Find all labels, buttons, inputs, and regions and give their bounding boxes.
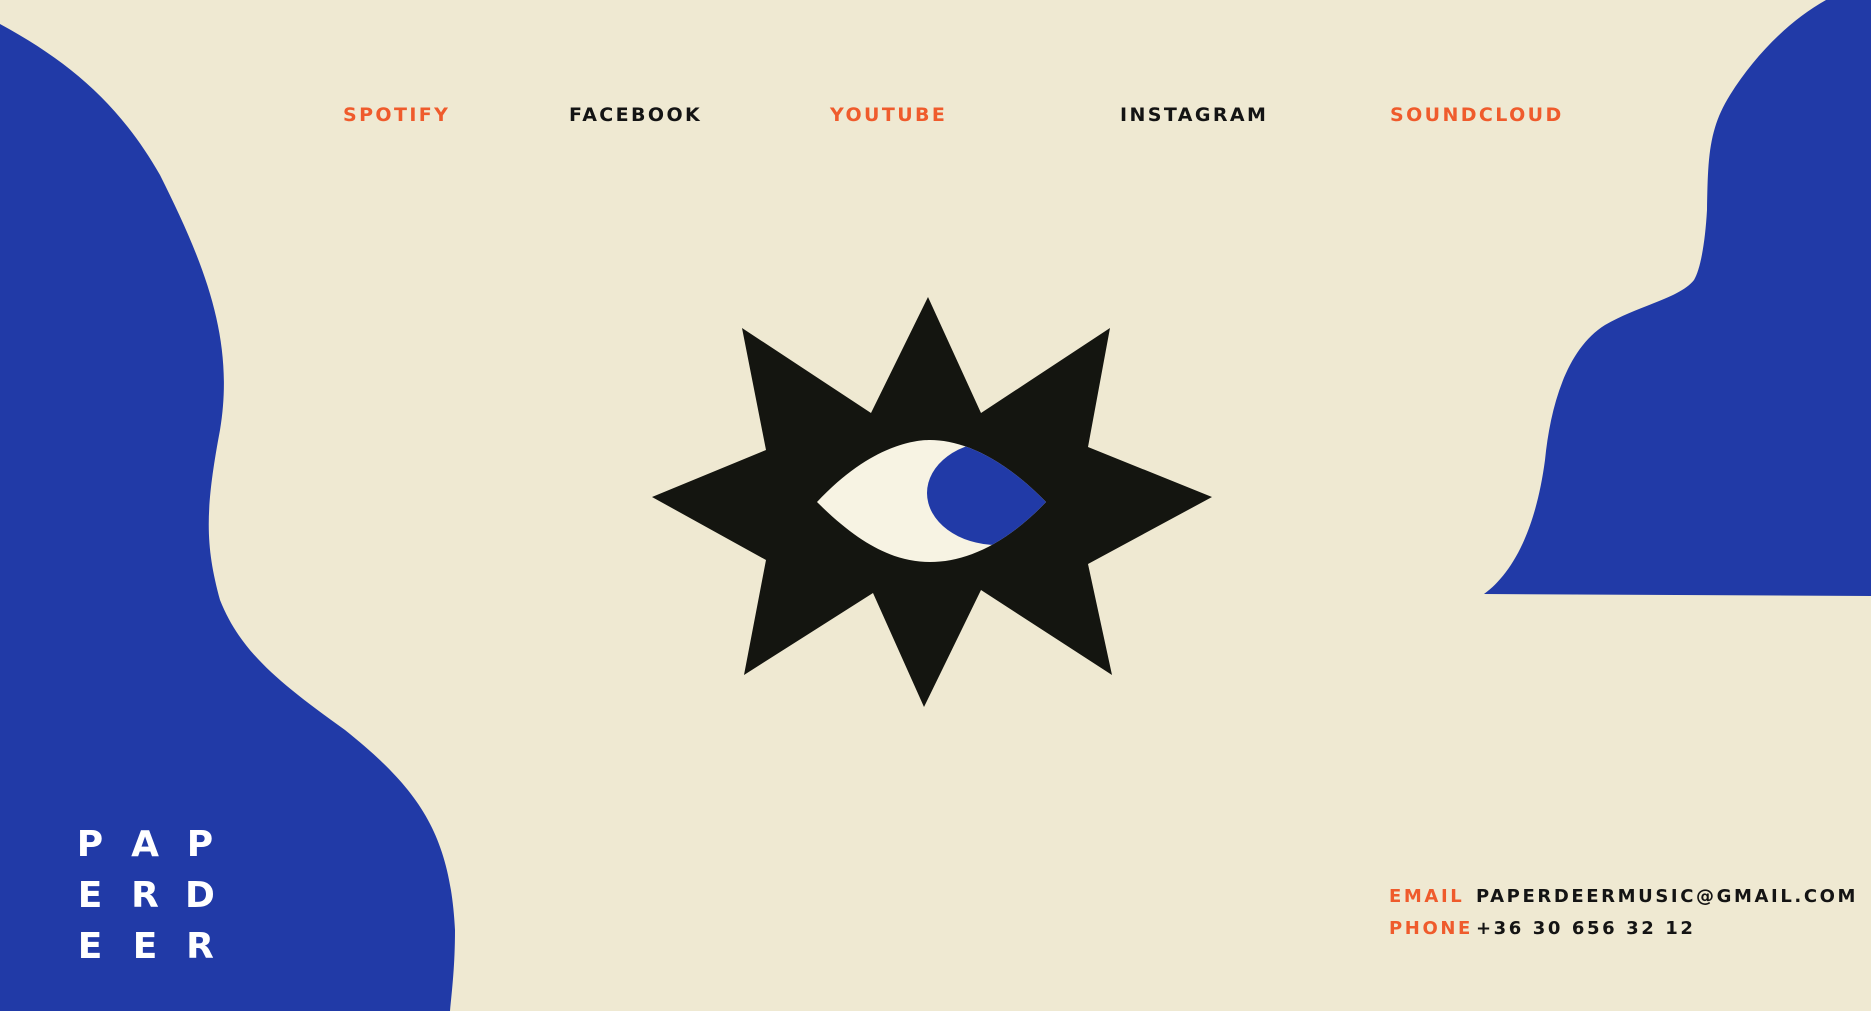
logo-letter: D [185, 875, 215, 916]
nav-youtube-link[interactable]: YOUTUBE [830, 104, 947, 126]
star-eye-icon [652, 297, 1212, 707]
logo-letter: E [77, 926, 103, 967]
nav-soundcloud-link[interactable]: SOUNDCLOUD [1390, 104, 1564, 126]
phone-link[interactable]: +36 30 656 32 12 [1476, 918, 1696, 939]
phone-label: PHONE [1389, 918, 1473, 939]
logo-letter: P [76, 824, 104, 865]
logo-letter: P [186, 824, 214, 865]
nav-instagram-link[interactable]: INSTAGRAM [1120, 104, 1268, 126]
nav-facebook-link[interactable]: FACEBOOK [569, 104, 702, 126]
email-label: EMAIL [1389, 886, 1465, 907]
logo-letter: R [131, 875, 159, 916]
logo-letter: E [132, 926, 158, 967]
logo-letter: A [131, 824, 159, 865]
nav-spotify-link[interactable]: SPOTIFY [343, 104, 450, 126]
star-eye-emblem [648, 295, 1215, 709]
email-link[interactable]: PAPERDEERMUSIC@GMAIL.COM [1476, 886, 1858, 907]
logo-letter: R [186, 926, 214, 967]
logo-letter: E [77, 875, 103, 916]
paper-deer-logo[interactable]: P A P E R D E E R [68, 820, 218, 970]
